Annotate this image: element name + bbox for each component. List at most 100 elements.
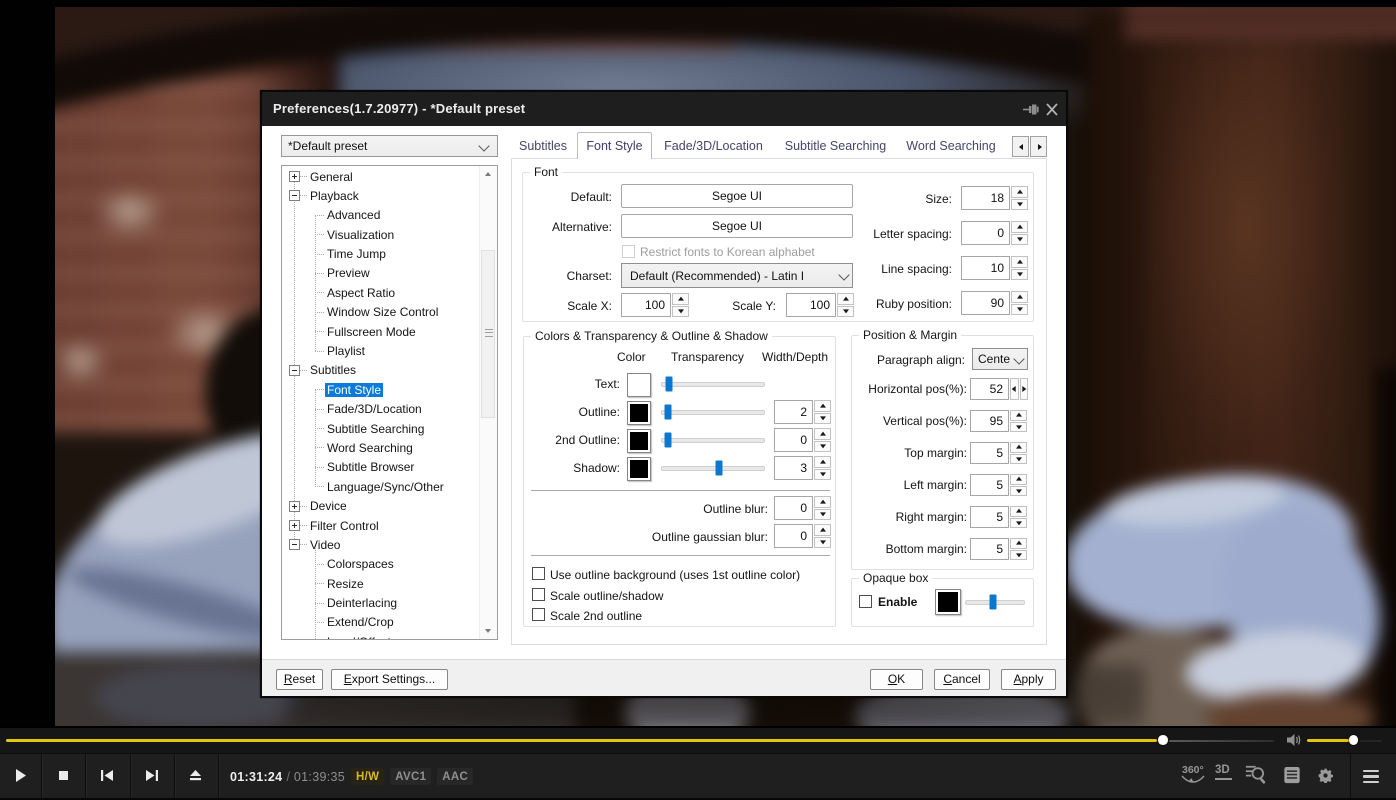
volume-thumb[interactable]	[1349, 735, 1359, 745]
position-spinner[interactable]: 5	[970, 506, 1027, 528]
spin-down-button[interactable]	[814, 441, 831, 453]
scale-y-spinner[interactable]: 100	[786, 293, 854, 317]
restrict-korean-checkbox[interactable]	[622, 245, 635, 258]
tab-word-searching[interactable]: Word Searching	[896, 133, 1006, 158]
spin-up-button[interactable]	[814, 524, 831, 536]
spin-up-button[interactable]	[672, 293, 689, 305]
tree-item[interactable]: Preview	[282, 264, 480, 283]
cancel-button[interactable]: Cancel	[934, 669, 990, 690]
seek-thumb[interactable]	[1158, 735, 1168, 745]
spin-up-button[interactable]	[814, 428, 831, 440]
width-depth-spinner[interactable]: 3	[774, 456, 831, 480]
scroll-up-button[interactable]	[480, 166, 496, 183]
charset-select[interactable]: Default (Recommended) - Latin I	[621, 263, 853, 288]
width-depth-spinner[interactable]: 0	[774, 428, 831, 452]
menu-button[interactable]	[1363, 770, 1379, 786]
spin-down-button[interactable]	[1011, 199, 1028, 211]
position-spinner[interactable]: 5	[970, 442, 1027, 464]
scrollbar-thumb[interactable]	[481, 250, 495, 418]
spin-right-button[interactable]	[1020, 378, 1029, 400]
tree-item[interactable]: Playlist	[282, 342, 480, 361]
paragraph-align-select[interactable]: Cente	[972, 348, 1028, 370]
width-depth-spinner[interactable]: 2	[774, 400, 831, 424]
expand-plus-icon[interactable]	[289, 520, 300, 531]
gaussian-blur-spinner[interactable]: 0	[774, 524, 831, 548]
line-spacing-spinner[interactable]: 10	[961, 256, 1028, 280]
ruby-position-spinner[interactable]: 90	[961, 291, 1028, 315]
position-spinner[interactable]: 95	[970, 410, 1027, 432]
tree-item[interactable]: Advanced	[282, 206, 480, 225]
spin-up-button[interactable]	[1010, 506, 1027, 517]
opaque-transparency-slider[interactable]	[965, 600, 1025, 605]
tree-item[interactable]: Fullscreen Mode	[282, 322, 480, 341]
tab-fade-3d-location[interactable]: Fade/3D/Location	[652, 133, 775, 158]
next-button[interactable]	[130, 754, 174, 798]
slider-thumb[interactable]	[989, 594, 996, 609]
slider-thumb[interactable]	[664, 432, 671, 447]
collapse-minus-icon[interactable]	[289, 190, 300, 201]
tree-item[interactable]: Time Jump	[282, 245, 480, 264]
subtitle-search-icon[interactable]	[1245, 754, 1268, 798]
transparency-slider[interactable]	[661, 410, 765, 415]
expand-plus-icon[interactable]	[289, 171, 300, 182]
spin-down-button[interactable]	[837, 306, 854, 318]
tab-subtitle-searching[interactable]: Subtitle Searching	[775, 133, 896, 158]
checkbox[interactable]	[532, 567, 545, 580]
apply-button[interactable]: Apply	[1001, 669, 1056, 690]
spin-down-button[interactable]	[814, 469, 831, 481]
position-spinner[interactable]: 5	[970, 474, 1027, 496]
ok-button[interactable]: OK	[870, 669, 923, 690]
volume-slider-remaining[interactable]	[1360, 740, 1383, 742]
scale-x-spinner[interactable]: 100	[621, 293, 689, 317]
spin-up-button[interactable]	[837, 293, 854, 305]
tree-item[interactable]: Aspect Ratio	[282, 283, 480, 302]
size-spinner[interactable]: 18	[961, 186, 1028, 210]
spin-up-button[interactable]	[1010, 474, 1027, 485]
tab-scroll-right-button[interactable]	[1030, 136, 1047, 157]
spin-up-button[interactable]	[1010, 442, 1027, 453]
reset-button[interactable]: Reset	[276, 669, 323, 690]
tree-item[interactable]: Subtitle Searching	[282, 419, 480, 438]
opaque-enable-checkbox[interactable]	[859, 595, 872, 608]
play-button[interactable]	[0, 754, 41, 798]
360-rotation-icon[interactable]: 360°	[1181, 754, 1205, 798]
tree-item[interactable]: Playback	[282, 186, 480, 205]
tree-item[interactable]: Colorspaces	[282, 555, 480, 574]
tree-item[interactable]: General	[282, 167, 480, 186]
tree-item[interactable]: Language/Sync/Other	[282, 477, 480, 496]
tree-item[interactable]: Extend/Crop	[282, 613, 480, 632]
seek-slider-filled[interactable]	[6, 739, 1157, 742]
tree-item[interactable]: Visualization	[282, 225, 480, 244]
spin-up-button[interactable]	[1011, 221, 1028, 233]
spin-up-button[interactable]	[814, 400, 831, 412]
settings-gear-icon[interactable]	[1318, 754, 1334, 798]
tree-item[interactable]: Subtitle Browser	[282, 458, 480, 477]
tree-item[interactable]: Resize	[282, 574, 480, 593]
outline-blur-spinner[interactable]: 0	[774, 496, 831, 520]
spin-down-button[interactable]	[814, 413, 831, 425]
tree-item[interactable]: Window Size Control	[282, 303, 480, 322]
eject-button[interactable]	[174, 754, 218, 798]
stop-button[interactable]	[41, 754, 85, 798]
export-settings-button[interactable]: Export Settings...	[331, 669, 448, 690]
spin-down-button[interactable]	[672, 306, 689, 318]
color-swatch[interactable]	[627, 429, 651, 453]
slider-thumb[interactable]	[715, 460, 722, 475]
spin-up-button[interactable]	[1011, 291, 1028, 303]
spin-down-button[interactable]	[1010, 422, 1027, 433]
checkbox[interactable]	[532, 588, 545, 601]
spin-left-button[interactable]	[1010, 378, 1019, 400]
previous-button[interactable]	[85, 754, 130, 798]
color-swatch[interactable]	[627, 457, 651, 481]
collapse-minus-icon[interactable]	[289, 539, 300, 550]
spin-up-button[interactable]	[1011, 186, 1028, 198]
playlist-log-icon[interactable]	[1284, 754, 1301, 798]
collapse-minus-icon[interactable]	[289, 365, 300, 376]
dialog-titlebar[interactable]: Preferences(1.7.20977) - *Default preset	[262, 92, 1066, 126]
spin-up-button[interactable]	[814, 456, 831, 468]
tab-subtitles[interactable]: Subtitles	[509, 133, 577, 158]
pin-icon[interactable]	[1022, 103, 1040, 116]
tree-item[interactable]: Device	[282, 497, 480, 516]
default-font-field[interactable]: Segoe UI	[621, 184, 853, 208]
alternative-font-field[interactable]: Segoe UI	[621, 214, 853, 238]
